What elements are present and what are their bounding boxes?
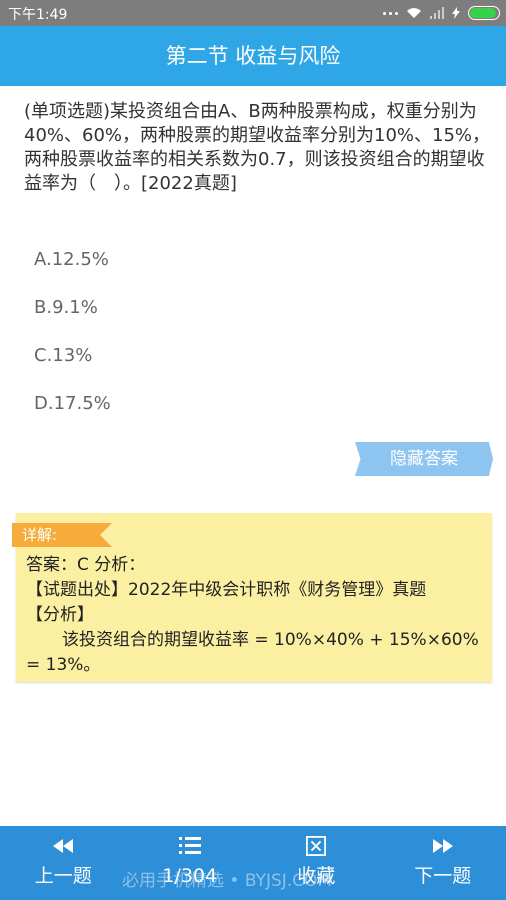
charging-icon [452, 7, 460, 19]
options-list: A.12.5% B.9.1% C.13% D.17.5% [34, 248, 111, 440]
prev-question-button[interactable]: 上一题 [0, 826, 127, 900]
option-d[interactable]: D.17.5% [34, 392, 111, 440]
favorite-button[interactable]: 收藏 [253, 826, 380, 900]
page-title: 第二节 收益与风险 [165, 44, 341, 68]
favorite-box-icon [306, 836, 327, 856]
option-a[interactable]: A.12.5% [34, 248, 111, 296]
analysis-heading: 【分析】 [26, 605, 94, 625]
next-icon [432, 839, 453, 853]
more-dots-icon [383, 11, 398, 15]
signal-icon [430, 7, 444, 19]
question-list-button[interactable]: 1/304 [127, 826, 254, 900]
next-question-button[interactable]: 下一题 [380, 826, 506, 900]
wifi-icon [407, 8, 421, 18]
answer-line: 答案：C 分析： [26, 555, 146, 575]
explanation-body: 答案：C 分析： 【试题出处】2022年中级会计职称《财务管理》真题 【分析】 … [26, 553, 488, 678]
favorite-label: 收藏 [297, 865, 336, 887]
progress-label: 1/304 [162, 865, 218, 887]
next-label: 下一题 [414, 865, 472, 887]
explanation-panel: 详解: 答案：C 分析： 【试题出处】2022年中级会计职称《财务管理》真题 【… [12, 513, 492, 682]
analysis-text: 该投资组合的期望收益率 = 10%×40% + 15%×60% = 13%。 [26, 630, 479, 675]
status-time: 下午1:49 [8, 7, 68, 23]
prev-label: 上一题 [34, 865, 92, 887]
question-text: (单项选题)某投资组合由A、B两种股票构成，权重分别为40%、60%，两种股票的… [24, 101, 491, 194]
status-icons [383, 5, 500, 21]
title-bar: 第二节 收益与风险 [0, 26, 506, 86]
prev-icon [53, 839, 74, 853]
bottom-nav: 上一题 1/304 收藏 下一题 [0, 826, 506, 900]
source-line: 【试题出处】2022年中级会计职称《财务管理》真题 [26, 580, 427, 600]
option-c[interactable]: C.13% [34, 344, 111, 392]
status-bar: 下午1:49 [0, 0, 506, 26]
list-icon [178, 837, 201, 854]
battery-icon [468, 6, 500, 20]
hide-answer-button[interactable]: 隐藏答案 [355, 442, 493, 476]
explanation-tag: 详解: [12, 523, 112, 547]
option-b[interactable]: B.9.1% [34, 296, 111, 344]
